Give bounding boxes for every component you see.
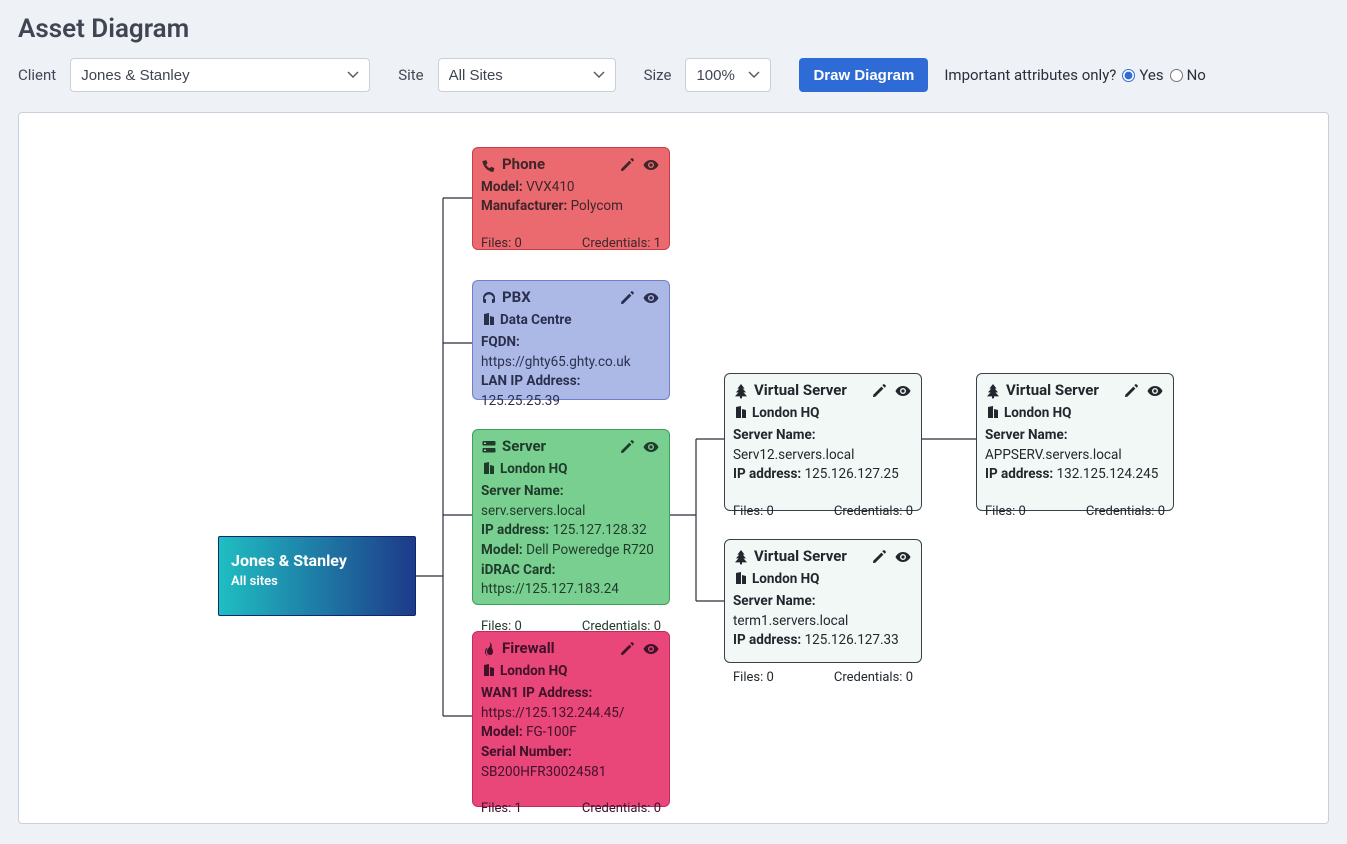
card-title: Virtual Server [754,546,847,568]
building-icon [733,570,747,591]
eye-icon[interactable] [643,641,661,657]
asset-card-pbx[interactable]: PBX Data Centre FQDN: https://ghty65.ght… [472,280,670,400]
attr-yes-radio[interactable] [1122,69,1135,82]
tree-icon [733,549,749,565]
root-subtitle: All sites [231,574,403,589]
card-title: Phone [502,154,545,176]
asset-card-firewall[interactable]: Firewall London HQ WAN1 IP Address: http… [472,631,670,807]
building-icon [481,460,495,481]
client-select[interactable]: Jones & Stanley [70,58,370,92]
draw-diagram-button[interactable]: Draw Diagram [799,58,928,92]
building-icon [481,311,495,332]
card-title: Virtual Server [754,380,847,402]
asset-card-virtual-server-1[interactable]: Virtual Server London HQ Server Name: Se… [724,373,922,511]
root-node[interactable]: Jones & Stanley All sites [218,536,416,616]
edit-icon[interactable] [871,549,887,565]
page-title: Asset Diagram [18,14,1329,44]
tree-icon [985,383,1001,399]
asset-card-phone[interactable]: Phone Model: VVX410 Manufacturer: Polyco… [472,147,670,250]
root-client-name: Jones & Stanley [231,551,403,570]
card-title: Virtual Server [1006,380,1099,402]
building-icon [733,404,747,425]
asset-card-virtual-server-2[interactable]: Virtual Server London HQ Server Name: AP… [976,373,1174,511]
size-label: Size [644,66,672,84]
headphones-icon [481,290,497,306]
eye-icon[interactable] [1147,383,1165,399]
card-title: Server [502,436,546,458]
size-select[interactable]: 100% [685,58,771,92]
fire-icon [481,641,497,657]
edit-icon[interactable] [619,157,635,173]
edit-icon[interactable] [619,290,635,306]
eye-icon[interactable] [643,290,661,306]
building-icon [985,404,999,425]
eye-icon[interactable] [895,383,913,399]
eye-icon[interactable] [643,157,661,173]
card-title: Firewall [502,638,555,660]
edit-icon[interactable] [1123,383,1139,399]
eye-icon[interactable] [895,549,913,565]
card-title: PBX [502,287,531,309]
tree-icon [733,383,749,399]
edit-icon[interactable] [871,383,887,399]
controls-bar: Client Jones & Stanley Site All Sites Si… [18,58,1329,92]
asset-card-virtual-server-3[interactable]: Virtual Server London HQ Server Name: te… [724,539,922,663]
edit-icon[interactable] [619,439,635,455]
building-icon [481,662,495,683]
edit-icon[interactable] [619,641,635,657]
attr-no-radio[interactable] [1170,69,1183,82]
eye-icon[interactable] [643,439,661,455]
server-icon [481,439,497,455]
asset-card-server[interactable]: Server London HQ Server Name: serv.serve… [472,429,670,605]
attr-yes-option[interactable]: Yes [1122,66,1163,84]
diagram-canvas: Jones & Stanley All sites Phone Model: V… [18,112,1329,824]
site-select[interactable]: All Sites [438,58,616,92]
site-label: Site [398,66,423,84]
important-attr-label: Important attributes only? [944,66,1116,84]
attr-no-option[interactable]: No [1170,66,1206,84]
phone-icon [481,157,497,173]
client-label: Client [18,66,56,84]
